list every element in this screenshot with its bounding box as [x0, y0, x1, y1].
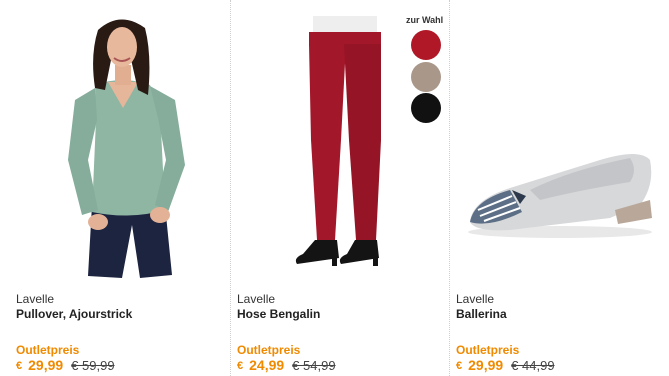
product-brand: Lavelle: [456, 292, 495, 306]
product-name[interactable]: Hose Bengalin: [237, 307, 320, 321]
price-row: €29,99 € 44,99: [456, 357, 555, 373]
product-grid: Lavelle Pullover, Ajourstrick Outletprei…: [0, 0, 669, 376]
ballerina-illustration: [468, 154, 652, 238]
price-row: €29,99 € 59,99: [16, 357, 115, 373]
color-swatch-black[interactable]: [411, 93, 441, 123]
currency-symbol: €: [456, 360, 463, 372]
color-swatch-taupe[interactable]: [411, 62, 441, 92]
product-image-pullover[interactable]: [0, 0, 230, 285]
pullover-illustration: [68, 19, 185, 278]
product-brand: Lavelle: [16, 292, 55, 306]
color-choice-label: zur Wahl: [406, 15, 444, 25]
current-price: 24,99: [249, 357, 285, 373]
product-card-hose[interactable]: zur Wahl Lavelle Hose Bengalin Outletpre…: [230, 0, 449, 376]
product-card-ballerina[interactable]: Lavelle Ballerina Outletpreis €29,99 € 44…: [449, 0, 669, 376]
old-price: € 44,99: [511, 358, 555, 373]
currency-symbol: €: [16, 360, 23, 372]
color-swatch-red[interactable]: [411, 30, 441, 60]
current-price: 29,99: [468, 357, 504, 373]
old-price: € 59,99: [71, 358, 115, 373]
product-name[interactable]: Pullover, Ajourstrick: [16, 307, 132, 321]
outlet-price-label: Outletpreis: [16, 343, 80, 357]
product-name[interactable]: Ballerina: [456, 307, 507, 321]
outlet-price-label: Outletpreis: [237, 343, 301, 357]
price-row: €24,99 € 54,99: [237, 357, 336, 373]
outlet-price-label: Outletpreis: [456, 343, 520, 357]
product-image-ballerina[interactable]: [450, 0, 669, 285]
current-price: 29,99: [28, 357, 64, 373]
product-card-pullover[interactable]: Lavelle Pullover, Ajourstrick Outletprei…: [0, 0, 230, 376]
old-price: € 54,99: [292, 358, 336, 373]
currency-symbol: €: [237, 360, 244, 372]
product-brand: Lavelle: [237, 292, 276, 306]
